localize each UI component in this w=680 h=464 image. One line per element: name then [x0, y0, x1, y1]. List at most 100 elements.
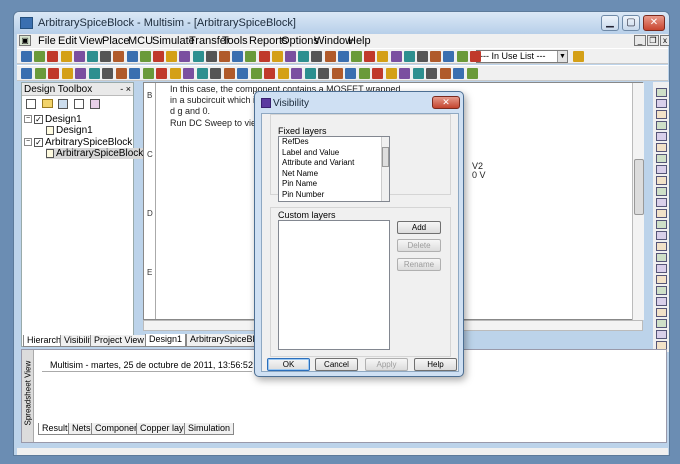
minimize-button[interactable]: ▁: [601, 15, 619, 31]
instrument-icon[interactable]: [656, 198, 667, 207]
toolbar-tool-icon[interactable]: [196, 68, 208, 79]
toolbar-tool-icon[interactable]: [377, 51, 389, 62]
toolbar-tool-icon[interactable]: [324, 51, 336, 62]
menu-view[interactable]: View: [79, 34, 103, 48]
instrument-icon[interactable]: [656, 165, 667, 174]
toolbar-tool-icon[interactable]: [456, 51, 468, 62]
hierarchy-icon[interactable]: [90, 99, 100, 109]
toolbar-tool-icon[interactable]: [337, 51, 349, 62]
list-item[interactable]: Net Name: [279, 169, 389, 180]
toolbar-tool-icon[interactable]: [115, 68, 127, 79]
toolbar-tool-icon[interactable]: [277, 68, 289, 79]
open-folder-icon[interactable]: [42, 99, 53, 108]
checkbox-icon[interactable]: ✓: [34, 114, 43, 124]
instrument-icon[interactable]: [656, 275, 667, 284]
tab-design1[interactable]: Design1: [145, 334, 187, 347]
toolbar-tool-icon[interactable]: [156, 68, 167, 79]
list-item[interactable]: Pin Name: [279, 179, 389, 190]
source-v2-value[interactable]: 0 V: [472, 170, 486, 180]
toolbar-tool-icon[interactable]: [250, 68, 262, 79]
instrument-icon[interactable]: [656, 110, 667, 119]
instrument-icon[interactable]: [656, 286, 667, 295]
tree-item-arbitraryspiceblock[interactable]: − ✓ ArbitrarySpiceBlock: [24, 137, 132, 148]
toolbar-tool-icon[interactable]: [21, 68, 32, 79]
toolbar-tool-icon[interactable]: [417, 51, 428, 62]
mdi-minimize-icon[interactable]: _: [634, 35, 646, 46]
tree-item-arbitraryspiceblock-sheet[interactable]: ArbitrarySpiceBlock: [46, 148, 144, 159]
menu-file[interactable]: File: [38, 34, 56, 48]
toolbar-tool-icon[interactable]: [298, 51, 310, 62]
toolbar-tool-icon[interactable]: [179, 51, 191, 62]
list-item[interactable]: Attribute and Variant: [279, 158, 389, 169]
apply-button[interactable]: Apply: [365, 358, 408, 371]
toolbar-tool-icon[interactable]: [311, 51, 323, 62]
list-item[interactable]: Label and Value: [279, 148, 389, 159]
toolbar-tool-icon[interactable]: [412, 68, 424, 79]
instrument-icon[interactable]: [656, 88, 667, 97]
ok-button[interactable]: OK: [267, 358, 310, 371]
toolbar-tool-icon[interactable]: [318, 68, 329, 79]
delete-button[interactable]: Delete: [397, 239, 441, 252]
toolbar-tool-icon[interactable]: [345, 68, 356, 79]
mdi-doc-icon[interactable]: ▣: [19, 35, 31, 46]
toolbar-tool-icon[interactable]: [390, 51, 402, 62]
toolbar-tool-icon[interactable]: [153, 51, 164, 62]
menu-help[interactable]: Help: [348, 34, 371, 48]
toolbar-tool-icon[interactable]: [372, 68, 383, 79]
toolbar-tool-icon[interactable]: [102, 68, 113, 79]
toolbar-tool-icon[interactable]: [264, 68, 275, 79]
mdi-close-icon[interactable]: x: [660, 35, 669, 46]
help-button[interactable]: Help: [414, 358, 457, 371]
toolbar-tool-icon[interactable]: [291, 68, 302, 79]
instrument-icon[interactable]: [656, 330, 667, 339]
save-icon[interactable]: [58, 99, 68, 109]
toolbar-tool-icon[interactable]: [34, 51, 46, 62]
rename-button[interactable]: Rename: [397, 258, 441, 271]
toolbar-tool-icon[interactable]: [113, 51, 125, 62]
toolbar-tool-icon[interactable]: [232, 51, 244, 62]
toolbar-tool-icon[interactable]: [75, 68, 86, 79]
instrument-icon[interactable]: [656, 132, 667, 141]
toolbar-tool-icon[interactable]: [453, 68, 464, 79]
instrument-icon[interactable]: [656, 220, 667, 229]
toolbar-tool-icon[interactable]: [385, 68, 397, 79]
scroll-thumb[interactable]: [382, 147, 389, 167]
fixed-layers-list[interactable]: RefDes Label and Value Attribute and Var…: [278, 136, 390, 202]
instrument-icon[interactable]: [656, 264, 667, 273]
toolbar-tool-icon[interactable]: [88, 68, 100, 79]
new-design-icon[interactable]: [26, 99, 36, 109]
toolbar-tool-icon[interactable]: [192, 51, 204, 62]
properties-icon[interactable]: [74, 99, 84, 109]
toolbar-tool-icon[interactable]: [358, 68, 370, 79]
toolbox-close-icon[interactable]: - ×: [120, 83, 131, 96]
instrument-icon[interactable]: [656, 209, 667, 218]
toolbar-tool-icon[interactable]: [573, 51, 584, 62]
menu-edit[interactable]: Edit: [58, 34, 77, 48]
in-use-list-dropdown[interactable]: --- In Use List --- ▼: [476, 50, 568, 63]
toolbar-tool-icon[interactable]: [403, 51, 415, 62]
instrument-icon[interactable]: [656, 319, 667, 328]
toolbar-tool-icon[interactable]: [48, 68, 59, 79]
maximize-button[interactable]: ▢: [622, 15, 640, 31]
instrument-icon[interactable]: [656, 297, 667, 306]
toolbar-tool-icon[interactable]: [331, 68, 343, 79]
toolbar-tool-icon[interactable]: [364, 51, 376, 62]
toolbar-tool-icon[interactable]: [129, 68, 140, 79]
collapse-icon[interactable]: −: [24, 138, 32, 147]
instrument-icon[interactable]: [656, 253, 667, 262]
toolbar-tool-icon[interactable]: [205, 51, 217, 62]
toolbar-tool-icon[interactable]: [142, 68, 154, 79]
tree-item-design1-sheet[interactable]: Design1: [46, 125, 93, 136]
toolbar-tool-icon[interactable]: [351, 51, 362, 62]
toolbar-tool-icon[interactable]: [443, 51, 455, 62]
instrument-icon[interactable]: [656, 143, 667, 152]
instrument-icon[interactable]: [656, 121, 667, 130]
dialog-close-button[interactable]: ✕: [432, 96, 460, 109]
list-scrollbar[interactable]: [381, 137, 389, 201]
tree-item-design1[interactable]: − ✓ Design1: [24, 114, 82, 125]
menu-place[interactable]: Place: [102, 34, 130, 48]
tab-simulation[interactable]: Simulation: [184, 423, 235, 435]
instrument-icon[interactable]: [656, 176, 667, 185]
checkbox-icon[interactable]: ✓: [34, 137, 43, 147]
toolbar-tool-icon[interactable]: [237, 68, 248, 79]
